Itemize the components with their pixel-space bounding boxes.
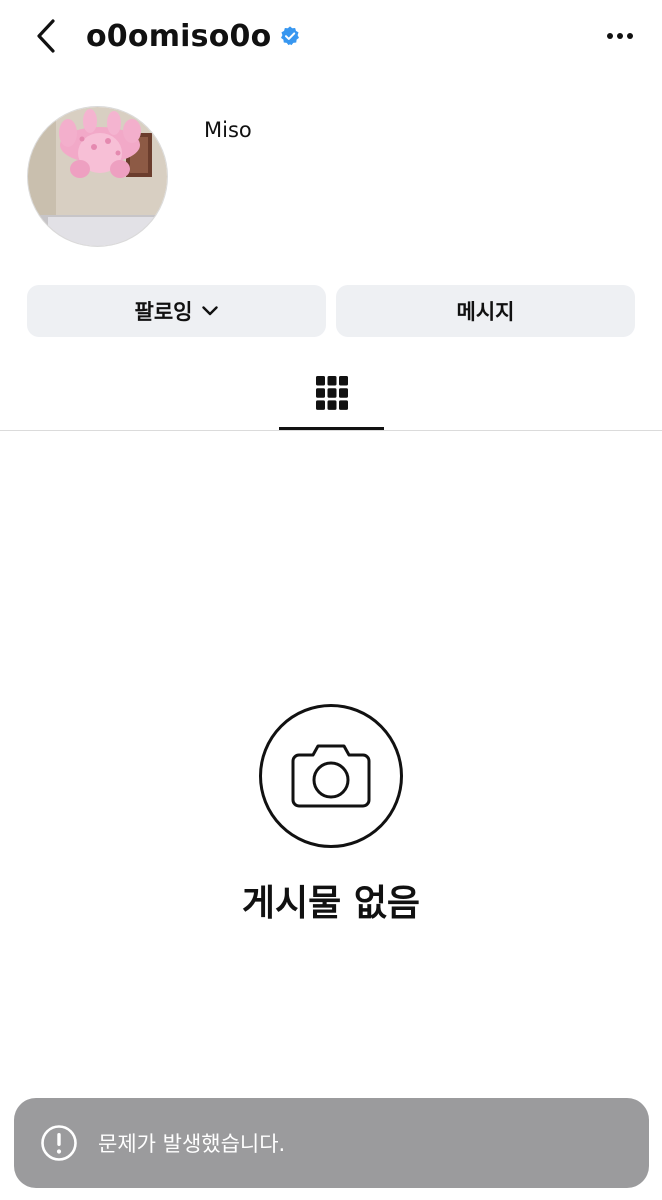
message-button[interactable]: 메시지 [336, 285, 635, 337]
content-tabs [0, 355, 662, 431]
more-options-button[interactable] [602, 20, 638, 52]
message-label: 메시지 [456, 300, 515, 324]
toast-message: 문제가 발생했습니다. [98, 1132, 286, 1156]
chevron-left-icon [37, 19, 55, 53]
avatar-image [28, 107, 167, 246]
display-name: Miso [204, 118, 252, 142]
active-tab-indicator [279, 427, 384, 430]
error-toast: 문제가 발생했습니다. [14, 1098, 649, 1188]
more-horizontal-icon [607, 33, 633, 39]
following-label: 팔로잉 [134, 300, 193, 324]
alert-circle-icon [41, 1125, 77, 1161]
profile-screen: o0omiso0o Miso 팔로잉 메시지 게시물 없음 문제가 발생했습니다… [0, 0, 662, 1200]
empty-state-title: 게시물 없음 [241, 883, 421, 924]
verified-badge-icon [281, 26, 300, 46]
grid-icon [315, 376, 348, 410]
chevron-down-icon [202, 306, 219, 316]
top-bar: o0omiso0o [0, 0, 662, 72]
camera-icon [291, 744, 371, 808]
following-button[interactable]: 팔로잉 [27, 285, 326, 337]
empty-state-icon-circle [259, 704, 403, 848]
avatar[interactable] [27, 106, 168, 247]
username: o0omiso0o [86, 18, 272, 54]
tab-posts-grid[interactable] [279, 355, 384, 431]
back-button[interactable] [28, 14, 64, 58]
username-group: o0omiso0o [86, 14, 301, 58]
